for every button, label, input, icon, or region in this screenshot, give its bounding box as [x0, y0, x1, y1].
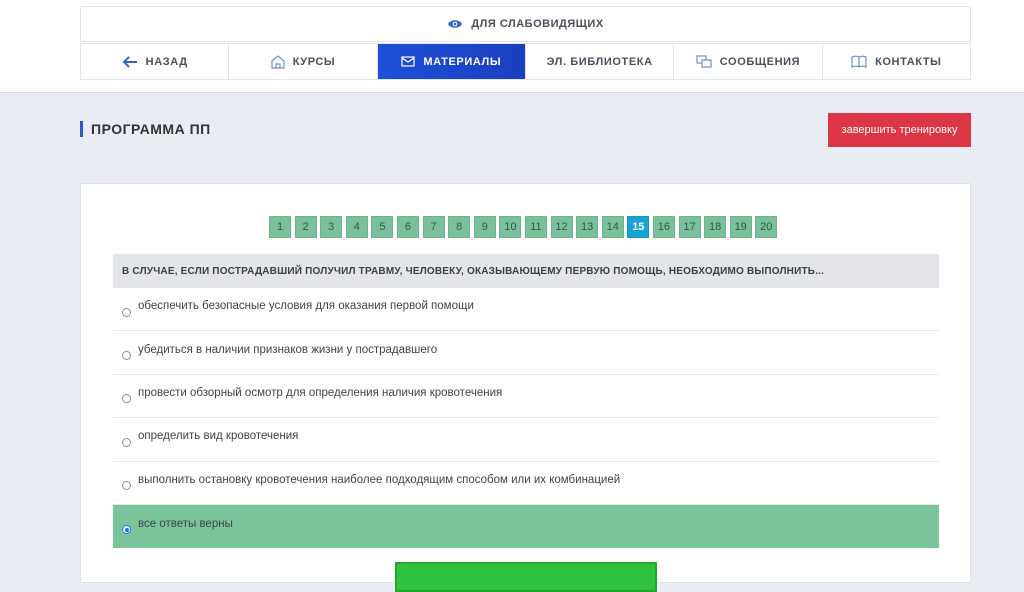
page-number-button[interactable]: 2: [294, 216, 317, 238]
nav-courses[interactable]: КУРСЫ: [229, 44, 378, 79]
page-number-button[interactable]: 17: [678, 216, 701, 238]
answer-radio[interactable]: [122, 394, 131, 404]
nav-back[interactable]: НАЗАД: [81, 44, 230, 79]
answer-label: определить вид кровотечения: [138, 430, 299, 443]
chat-icon: [696, 54, 712, 69]
nav-library-label: ЭЛ. БИБЛИОТЕКА: [546, 55, 653, 68]
answer-radio[interactable]: [122, 481, 131, 491]
page-number-button[interactable]: 6: [396, 216, 419, 238]
finish-training-button[interactable]: завершить тренировку: [828, 113, 971, 147]
answer-option[interactable]: выполнить остановку кровотечения наиболе…: [113, 462, 939, 505]
page-number-button[interactable]: 8: [448, 216, 471, 238]
answer-radio[interactable]: [122, 525, 131, 535]
page-number-button[interactable]: 19: [729, 216, 752, 238]
main-nav: НАЗАД КУРСЫ МАТЕРИАЛЫ ЭЛ. БИБЛИОТЕКА СОО…: [80, 43, 971, 80]
accessibility-label: ДЛЯ СЛАБОВИДЯЩИХ: [471, 18, 604, 30]
answer-label: все ответы верны: [138, 517, 233, 530]
answer-option[interactable]: обеспечить безопасные условия для оказан…: [113, 288, 939, 332]
question-text: В СЛУЧАЕ, ЕСЛИ ПОСТРАДАВШИЙ ПОЛУЧИЛ ТРАВ…: [113, 254, 939, 288]
page-number-button[interactable]: 3: [320, 216, 343, 238]
nav-library[interactable]: ЭЛ. БИБЛИОТЕКА: [526, 44, 675, 79]
submit-answer-button[interactable]: [395, 562, 657, 592]
quiz-card: 1 2 3 4 5 6 7 8 9 10 11 12 13 14 15 16 17 18 19 20 В СЛУЧАЕ…: [80, 183, 971, 592]
answer-label: провести обзорный осмотр для определения…: [138, 386, 503, 399]
question-pager: 1 2 3 4 5 6 7 8 9 10 11 12 13 14 15 16 17 18 19 20: [269, 216, 781, 238]
book-icon: [851, 55, 867, 68]
page-title: ПРОГРАММА ПП: [80, 121, 211, 137]
nav-contacts[interactable]: КОНТАКТЫ: [823, 44, 970, 79]
nav-back-label: НАЗАД: [145, 55, 188, 68]
accessibility-toggle[interactable]: ДЛЯ СЛАБОВИДЯЩИХ: [80, 6, 971, 42]
page-number-button[interactable]: 18: [704, 216, 727, 238]
answer-option[interactable]: провести обзорный осмотр для определения…: [113, 375, 939, 419]
page-number-button[interactable]: 11: [524, 216, 547, 238]
page-number-button[interactable]: 12: [550, 216, 573, 238]
answer-radio[interactable]: [122, 437, 131, 447]
page-number-button[interactable]: 1: [269, 216, 291, 238]
nav-contacts-label: КОНТАКТЫ: [875, 55, 942, 68]
nav-messages[interactable]: СООБЩЕНИЯ: [674, 44, 823, 79]
page-number-button[interactable]: 16: [652, 216, 675, 238]
page-number-button[interactable]: 14: [601, 216, 624, 238]
page-number-button[interactable]: 13: [576, 216, 599, 238]
page-number-button[interactable]: 15: [627, 216, 650, 238]
nav-materials-label: МАТЕРИАЛЫ: [423, 55, 502, 68]
answer-radio[interactable]: [122, 307, 131, 317]
nav-messages-label: СООБЩЕНИЯ: [719, 55, 801, 68]
answer-label: обеспечить безопасные условия для оказан…: [138, 300, 474, 313]
page-number-button[interactable]: 5: [371, 216, 394, 238]
answer-option[interactable]: все ответы верны: [113, 504, 939, 549]
page-number-button[interactable]: 10: [499, 216, 522, 238]
page-number-button[interactable]: 7: [422, 216, 445, 238]
nav-courses-label: КУРСЫ: [292, 55, 336, 68]
answer-list: обеспечить безопасные условия для оказан…: [113, 288, 939, 549]
answer-option[interactable]: определить вид кровотечения: [113, 418, 939, 462]
answer-label: выполнить остановку кровотечения наиболе…: [138, 473, 621, 486]
page-number-button[interactable]: 9: [473, 216, 496, 238]
arrow-left-icon: [122, 55, 138, 68]
answer-option[interactable]: убедиться в наличии признаков жизни у по…: [113, 331, 939, 375]
building-icon: [271, 54, 285, 69]
nav-materials[interactable]: МАТЕРИАЛЫ: [377, 44, 526, 79]
eye-icon: [447, 19, 463, 29]
answer-label: убедиться в наличии признаков жизни у по…: [138, 343, 438, 356]
envelope-icon: [401, 56, 416, 67]
answer-radio[interactable]: [122, 351, 131, 361]
page-number-button[interactable]: 20: [755, 216, 778, 238]
header-band: ДЛЯ СЛАБОВИДЯЩИХ НАЗАД КУРСЫ МАТЕРИАЛЫ Э…: [0, 0, 1024, 93]
page-number-button[interactable]: 4: [345, 216, 368, 238]
